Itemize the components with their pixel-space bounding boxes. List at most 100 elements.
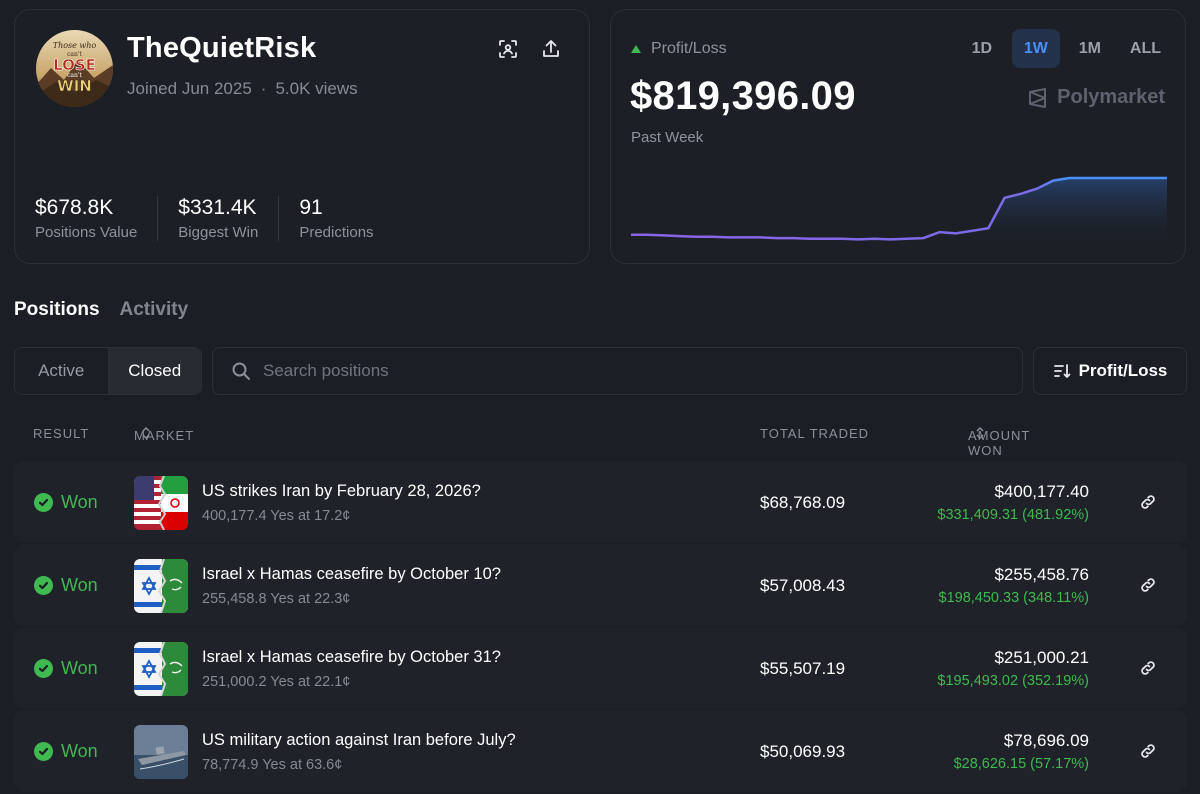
- market-thumbnail-us-iran: [134, 476, 188, 530]
- profile-stats: $678.8K Positions Value $331.4K Biggest …: [35, 196, 414, 241]
- profit-gain: $198,450.33 (348.11%): [938, 590, 1090, 606]
- sort-button[interactable]: Profit/Loss: [1033, 347, 1187, 395]
- tab-activity[interactable]: Activity: [120, 299, 189, 321]
- search-box: [212, 347, 1023, 395]
- stat-predictions: 91 Predictions: [299, 196, 393, 241]
- header-market-label: MARKET: [134, 428, 195, 443]
- view-count: 5.0K views: [275, 79, 358, 98]
- username: TheQuietRisk: [127, 32, 317, 64]
- stat-value: $678.8K: [35, 196, 114, 219]
- table-row[interactable]: Won Israel x Hamas ceasefire by October …: [14, 544, 1187, 626]
- table-row[interactable]: Won US strikes Iran by February 28, 2026…: [14, 461, 1187, 543]
- pl-label-text: Profit/Loss: [651, 40, 727, 57]
- total-traded: $57,008.43: [760, 576, 846, 595]
- result-label: Won: [61, 741, 98, 761]
- brand-logo: Polymarket: [1027, 86, 1165, 109]
- share-icon[interactable]: [540, 38, 562, 60]
- header-result: RESULT: [33, 426, 90, 441]
- svg-text:WIN: WIN: [57, 77, 92, 95]
- market-thumbnail-israel-hamas: [134, 642, 188, 696]
- range-1d[interactable]: 1D: [958, 29, 1006, 68]
- range-all[interactable]: ALL: [1120, 29, 1171, 68]
- pl-chart: [631, 176, 1167, 250]
- market-position: 78,774.9 Yes at 63.6¢: [202, 757, 343, 773]
- market-position: 251,000.2 Yes at 22.1¢: [202, 674, 351, 690]
- stat-label: Predictions: [299, 224, 374, 241]
- range-1m[interactable]: 1M: [1066, 29, 1114, 68]
- total-traded: $55,507.19: [760, 659, 846, 678]
- profile-meta: Joined Jun 2025 · 5.0K views: [127, 79, 358, 99]
- result-badge: Won: [34, 741, 98, 762]
- range-selector: 1D 1W 1M ALL: [958, 29, 1171, 68]
- check-icon: [34, 576, 53, 595]
- polymarket-icon: [1029, 87, 1047, 108]
- pl-period: Past Week: [631, 129, 704, 146]
- stat-biggest-win: $331.4K Biggest Win: [178, 196, 280, 241]
- link-icon[interactable]: [1139, 493, 1157, 511]
- result-badge: Won: [34, 575, 98, 596]
- tab-positions[interactable]: Positions: [14, 299, 100, 321]
- stat-label: Biggest Win: [178, 224, 259, 241]
- market-position: 255,458.8 Yes at 22.3¢: [202, 591, 351, 607]
- stat-positions-value: $678.8K Positions Value: [35, 196, 159, 241]
- table-header: RESULT MARKET TOTAL TRADED AMOUNT WON: [14, 424, 1187, 458]
- total-traded: $68,768.09: [760, 493, 846, 512]
- brand-name: Polymarket: [1057, 86, 1165, 108]
- market-thumbnail-warship: [134, 725, 188, 779]
- status-toggle: Active Closed: [14, 347, 202, 395]
- profile-card: Those who can't LOSE can't WIN TheQuietR…: [14, 9, 590, 264]
- chart-area: [939, 178, 1167, 250]
- scan-icon[interactable]: [497, 38, 519, 60]
- check-icon: [34, 493, 53, 512]
- filter-closed[interactable]: Closed: [107, 348, 201, 394]
- header-amount-won[interactable]: AMOUNT WON: [968, 426, 1029, 458]
- link-icon[interactable]: [1139, 576, 1157, 594]
- link-icon[interactable]: [1139, 742, 1157, 760]
- range-1w[interactable]: 1W: [1011, 29, 1060, 68]
- result-label: Won: [61, 575, 98, 595]
- joined-date: Joined Jun 2025: [127, 79, 252, 98]
- stat-label: Positions Value: [35, 224, 138, 241]
- header-total-traded: TOTAL TRADED: [760, 426, 870, 441]
- separator: ·: [260, 79, 267, 98]
- profit-gain: $28,626.15 (57.17%): [953, 756, 1089, 772]
- market-title[interactable]: Israel x Hamas ceasefire by October 31?: [202, 648, 501, 667]
- search-input[interactable]: [263, 361, 963, 381]
- up-triangle-icon: [631, 45, 641, 53]
- pl-label: Profit/Loss: [631, 40, 727, 58]
- result-label: Won: [61, 658, 98, 678]
- search-icon: [232, 362, 250, 380]
- market-title[interactable]: US military action against Iran before J…: [202, 731, 516, 750]
- amount-won: $255,458.76: [994, 565, 1089, 584]
- result-badge: Won: [34, 492, 98, 513]
- stat-value: 91: [299, 196, 323, 219]
- market-title[interactable]: Israel x Hamas ceasefire by October 10?: [202, 565, 501, 584]
- check-icon: [34, 659, 53, 678]
- check-icon: [34, 742, 53, 761]
- table-row[interactable]: Won US military action against Iran befo…: [14, 710, 1187, 792]
- sort-label: Profit/Loss: [1078, 361, 1168, 380]
- market-position: 400,177.4 Yes at 17.2¢: [202, 508, 351, 524]
- amount-won: $400,177.40: [994, 482, 1089, 501]
- profit-gain: $331,409.31 (481.92%): [937, 507, 1089, 523]
- result-label: Won: [61, 492, 98, 512]
- total-traded: $50,069.93: [760, 742, 846, 761]
- header-market[interactable]: MARKET: [134, 426, 193, 443]
- link-icon[interactable]: [1139, 659, 1157, 677]
- market-title[interactable]: US strikes Iran by February 28, 2026?: [202, 482, 481, 501]
- profit-loss-card: Profit/Loss $819,396.09 Past Week 1D 1W …: [610, 9, 1186, 264]
- sort-icon: [1053, 364, 1070, 379]
- result-badge: Won: [34, 658, 98, 679]
- positions-table: Won US strikes Iran by February 28, 2026…: [14, 461, 1187, 793]
- avatar: Those who can't LOSE can't WIN: [36, 30, 113, 107]
- table-row[interactable]: Won Israel x Hamas ceasefire by October …: [14, 627, 1187, 709]
- pl-value: $819,396.09: [630, 74, 856, 118]
- market-thumbnail-israel-hamas: [134, 559, 188, 613]
- amount-won: $251,000.21: [994, 648, 1089, 667]
- header-amount-won-label: AMOUNT WON: [968, 428, 1031, 458]
- profit-gain: $195,493.02 (352.19%): [937, 673, 1089, 689]
- svg-text:Those who: Those who: [53, 41, 97, 50]
- amount-won: $78,696.09: [1003, 731, 1089, 750]
- stat-value: $331.4K: [178, 196, 257, 219]
- filter-active[interactable]: Active: [15, 348, 108, 394]
